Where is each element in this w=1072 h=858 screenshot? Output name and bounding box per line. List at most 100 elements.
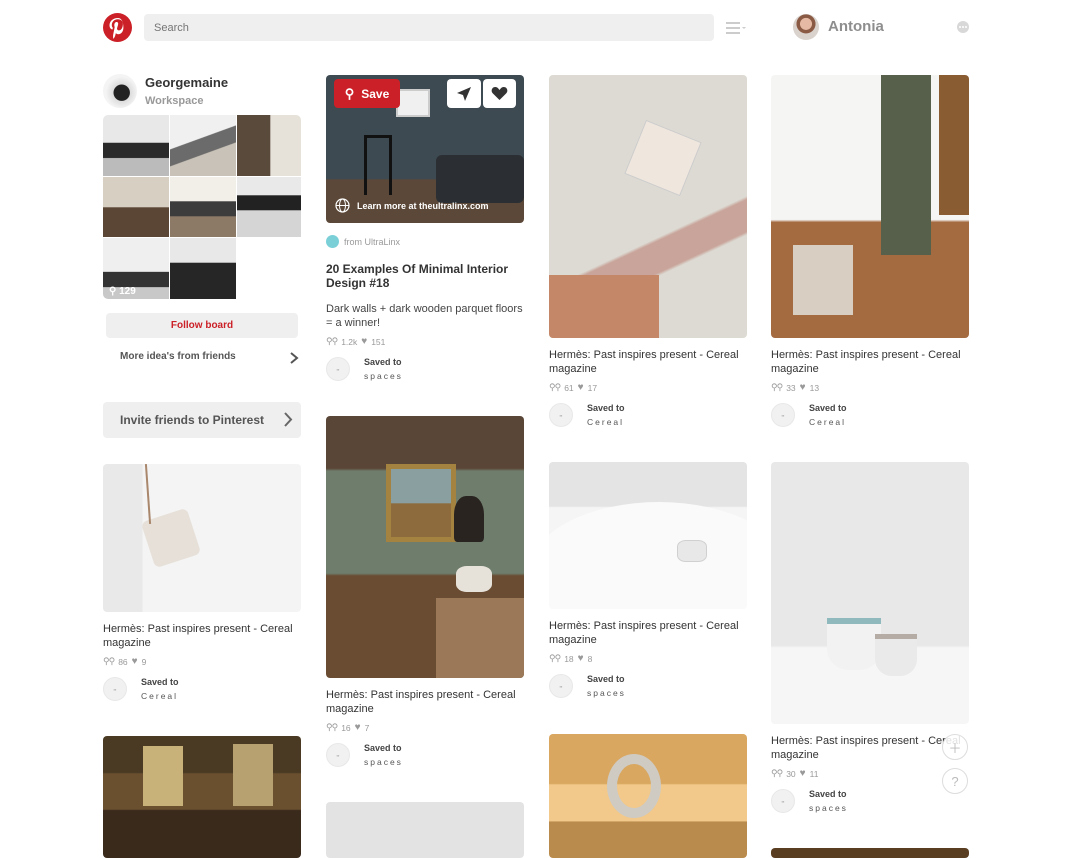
save-button[interactable]: ⚲ Save (334, 79, 400, 108)
board-image (237, 176, 301, 238)
like-count: 9 (141, 656, 147, 667)
handbag-strap (144, 464, 152, 524)
board-icon: ▪▪ (103, 677, 127, 701)
board-image (170, 176, 236, 238)
pin-image[interactable] (771, 75, 969, 338)
like-count: 151 (371, 336, 386, 347)
invite-friends-button[interactable]: Invite friends to Pinterest (103, 402, 301, 438)
pin-image[interactable] (771, 848, 969, 858)
pin-image[interactable] (549, 462, 747, 609)
chevron-right-icon[interactable] (283, 412, 293, 427)
repin-count: 61 (564, 382, 574, 393)
heart-icon: ♥ (799, 382, 806, 393)
pin-image[interactable] (771, 462, 969, 724)
board-image (170, 115, 236, 176)
search-input[interactable] (144, 14, 714, 41)
pin-card[interactable]: Hermès: Past inspires present - Cereal m… (549, 462, 747, 698)
board-owner-avatar[interactable] (103, 74, 137, 108)
help-icon[interactable]: ? (942, 768, 968, 794)
pin-image[interactable] (326, 416, 524, 678)
pin-stats: ⚲⚲ 16 ♥ 7 (326, 722, 524, 733)
saved-board-name[interactable]: spaces (364, 371, 403, 381)
plus-icon[interactable]: ＋ (942, 734, 968, 760)
board-title[interactable]: Georgemaine (145, 75, 228, 90)
sofa-shape (436, 155, 524, 203)
pin-card[interactable]: Hermès: Past inspires present - Cereal m… (326, 416, 524, 767)
follow-board-button[interactable]: Follow board (106, 313, 298, 338)
pin-image[interactable] (103, 736, 301, 858)
pin-icon: ⚲ (109, 286, 120, 297)
repin-icon: ⚲⚲ (771, 768, 783, 778)
more-dots-icon[interactable] (957, 21, 969, 33)
pin-stats: ⚲⚲ 18 ♥ 8 (549, 653, 747, 664)
heart-icon: ♥ (799, 768, 806, 779)
pinterest-logo-icon[interactable] (103, 13, 132, 42)
user-name[interactable]: Antonia (828, 18, 884, 35)
pin-title[interactable]: Hermès: Past inspires present - Cereal m… (103, 622, 301, 650)
window-frame-shape (939, 75, 969, 215)
menu-lines-icon[interactable] (726, 21, 746, 35)
saved-to[interactable]: ▪▪ Saved to spaces (326, 743, 524, 767)
pin-image[interactable] (549, 734, 747, 858)
stool-shape (793, 245, 853, 315)
saved-to[interactable]: ▪▪ Saved to Cereal (549, 403, 747, 427)
board-icon: ▪▪ (326, 743, 350, 767)
pin-icon: ⚲ (344, 85, 355, 101)
pin-image[interactable] (549, 75, 747, 338)
saved-board-name[interactable]: Cereal (809, 417, 847, 427)
pin-title[interactable]: Hermès: Past inspires present - Cereal m… (326, 688, 524, 716)
learn-more-text[interactable]: Learn more at theultralinx.com (357, 201, 489, 211)
pin-title[interactable]: Hermès: Past inspires present - Cereal m… (771, 734, 969, 762)
send-button[interactable] (447, 79, 481, 108)
pin-card[interactable] (326, 802, 524, 858)
chair-shape (364, 135, 392, 195)
heart-icon: ♥ (354, 722, 361, 733)
more-ideas-link[interactable]: More idea's from friends (120, 351, 236, 362)
pin-title[interactable]: Hermès: Past inspires present - Cereal m… (771, 348, 969, 376)
mantel-shape (436, 598, 524, 678)
saved-to-label: Saved to (364, 357, 402, 367)
saved-board-name[interactable]: spaces (809, 803, 848, 813)
pin-image[interactable]: ⚲ Save Learn more at theultralinx.com (326, 75, 524, 223)
board-icon: ▪▪ (326, 357, 350, 381)
pin-card[interactable] (103, 736, 301, 858)
learn-more-link[interactable]: Learn more at theultralinx.com (335, 198, 489, 213)
saved-board-name[interactable]: Cereal (141, 691, 179, 701)
pin-title[interactable]: Hermès: Past inspires present - Cereal m… (549, 348, 747, 376)
heart-icon: ♥ (577, 653, 584, 664)
pin-title[interactable]: Hermès: Past inspires present - Cereal m… (549, 619, 747, 647)
board-icon: ▪▪ (549, 403, 573, 427)
pin-source[interactable]: from UltraLinx (326, 235, 524, 248)
saved-to[interactable]: ▪▪ Saved to Cereal (771, 403, 969, 427)
repin-icon: ⚲⚲ (326, 336, 338, 346)
pin-image[interactable] (326, 802, 524, 858)
saved-board-name[interactable]: spaces (587, 688, 626, 698)
saved-to-label: Saved to (141, 677, 179, 687)
pin-card[interactable] (771, 848, 969, 858)
pin-card[interactable]: Hermès: Past inspires present - Cereal m… (771, 462, 969, 813)
pin-title[interactable]: 20 Examples Of Minimal Interior Design #… (326, 262, 524, 290)
board-image (103, 115, 169, 176)
avatar[interactable] (793, 14, 819, 40)
saved-board-name[interactable]: Cereal (587, 417, 625, 427)
pin-card[interactable]: Hermès: Past inspires present - Cereal m… (771, 75, 969, 427)
pin-card[interactable]: Hermès: Past inspires present - Cereal m… (549, 75, 747, 427)
saved-to[interactable]: ▪▪ Saved to spaces (771, 789, 969, 813)
save-button-label: Save (361, 86, 390, 101)
heart-icon: ♥ (577, 382, 584, 393)
saved-to[interactable]: ▪▪ Saved to spaces (326, 357, 524, 381)
board-image (103, 176, 169, 238)
pin-card[interactable] (549, 734, 747, 858)
featured-pin-card[interactable]: ⚲ Save Learn more at theultralinx.com fro… (326, 75, 524, 381)
pin-image[interactable] (103, 464, 301, 612)
pin-source-text[interactable]: from UltraLinx (344, 237, 400, 247)
chevron-right-icon[interactable] (289, 351, 299, 364)
saved-to[interactable]: ▪▪ Saved to Cereal (103, 677, 301, 701)
pin-card[interactable]: Hermès: Past inspires present - Cereal m… (103, 464, 301, 701)
saved-board-name[interactable]: spaces (364, 757, 403, 767)
like-button[interactable] (483, 79, 516, 108)
bust-shape (454, 496, 484, 542)
board-cover-grid[interactable] (103, 115, 301, 299)
saved-to[interactable]: ▪▪ Saved to spaces (549, 674, 747, 698)
bowl-shape (827, 618, 881, 670)
